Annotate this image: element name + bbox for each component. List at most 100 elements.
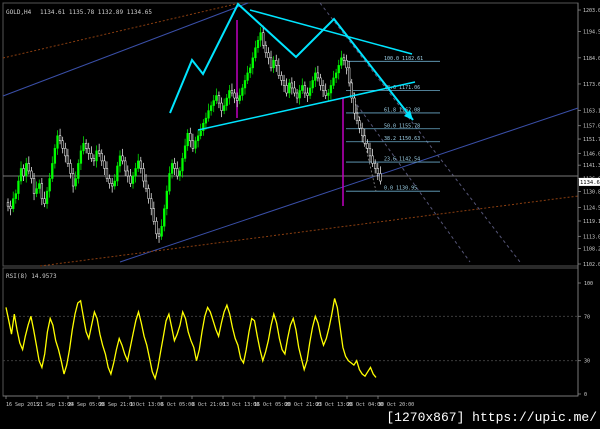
- candle-body: [282, 80, 286, 86]
- candle-body: [249, 67, 252, 74]
- candle-body: [308, 87, 312, 96]
- candle-body: [256, 39, 260, 48]
- fibonacci-level-label: 100.0 1182.61: [384, 56, 423, 62]
- current-price-label: 1134.65: [580, 180, 600, 186]
- candle-body: [64, 148, 67, 157]
- candle-body: [347, 67, 351, 84]
- candle-body: [30, 170, 33, 179]
- candle-body: [277, 65, 280, 76]
- ohlc-readout: 1134.61 1135.78 1132.89 1134.65: [40, 9, 152, 16]
- candle-body: [293, 87, 296, 94]
- candle-body: [163, 208, 166, 227]
- candle-body: [56, 135, 59, 149]
- candle-body: [183, 145, 187, 159]
- candle-body: [194, 140, 197, 149]
- price-tick-label: 1173.6: [583, 82, 600, 88]
- candle-body: [92, 158, 96, 162]
- candle-body: [259, 32, 262, 41]
- candle-body: [233, 92, 236, 99]
- candle-body: [113, 180, 116, 187]
- candle-body: [275, 60, 278, 66]
- candle-body: [306, 92, 309, 96]
- trading-chart: 100.0 1182.6178.6 1171.0661.8 1162.0850.…: [0, 0, 600, 429]
- candle-body: [129, 175, 132, 184]
- candle-body: [181, 158, 184, 172]
- candle-body: [295, 92, 299, 99]
- candle-body: [366, 143, 369, 149]
- candle-body: [90, 153, 93, 159]
- candle-body: [126, 170, 129, 177]
- candle-body: [358, 120, 361, 129]
- candle-body: [121, 155, 124, 162]
- price-tick-label: 1203.0: [583, 8, 600, 14]
- candle-body: [217, 95, 221, 104]
- candle-body: [176, 168, 179, 177]
- candle-body: [43, 198, 46, 204]
- candle-body: [173, 163, 176, 169]
- time-tick-label: 16 Sep 2015: [6, 402, 39, 408]
- candle-body: [228, 90, 231, 99]
- candle-body: [327, 92, 330, 96]
- candle-body: [209, 105, 213, 111]
- candle-body: [204, 117, 208, 124]
- candle-body: [285, 85, 288, 94]
- price-tick-label: 1113.0: [583, 234, 600, 240]
- candle-body: [144, 180, 148, 189]
- candle-body: [170, 163, 174, 174]
- candle-body: [124, 160, 127, 172]
- candle-body: [147, 188, 150, 199]
- candle-body: [142, 168, 145, 182]
- candle-body: [191, 140, 195, 149]
- candle-body: [116, 165, 119, 182]
- candle-body: [222, 105, 226, 111]
- candle-body: [40, 183, 44, 199]
- candle-body: [329, 85, 333, 94]
- time-tick-label: 6 Oct 05:00: [161, 402, 194, 408]
- time-tick-label: 8 Oct 21:00: [192, 402, 225, 408]
- candle-body: [238, 95, 241, 101]
- candle-body: [17, 180, 20, 194]
- candle-body: [337, 65, 340, 74]
- candle-body: [321, 85, 325, 91]
- candle-body: [379, 173, 382, 182]
- candle-body: [35, 188, 38, 194]
- candle-body: [267, 52, 270, 59]
- candle-body: [374, 163, 377, 169]
- candle-body: [319, 77, 322, 86]
- candle-body: [19, 168, 23, 182]
- price-tick-label: 1157.0: [583, 124, 600, 130]
- candle-body: [6, 202, 10, 207]
- candle-body: [100, 153, 103, 162]
- candle-body: [105, 168, 109, 179]
- candle-body: [264, 44, 267, 54]
- candle-body: [288, 82, 291, 94]
- candle-body: [82, 143, 85, 152]
- fibonacci-level-label: 23.6 1142.54: [384, 157, 420, 163]
- chart-background: [0, 0, 600, 429]
- price-tick-label: 1151.7: [583, 137, 600, 143]
- candle-body: [38, 183, 41, 189]
- candle-body: [58, 135, 62, 142]
- candle-body: [168, 173, 171, 192]
- candle-body: [363, 135, 366, 144]
- candle-body: [32, 178, 36, 194]
- candle-body: [246, 72, 249, 81]
- fibonacci-level-label: 50.0 1155.78: [384, 123, 420, 129]
- candle-body: [165, 190, 169, 209]
- candle-body: [212, 100, 215, 106]
- price-tick-label: 1163.1: [583, 108, 600, 114]
- candle-body: [103, 160, 106, 169]
- candle-body: [230, 90, 234, 94]
- candle-body: [207, 110, 210, 119]
- candle-body: [12, 198, 15, 209]
- price-tick-label: 1102.0: [583, 262, 600, 268]
- candle-body: [108, 178, 111, 184]
- candle-body: [45, 190, 49, 204]
- fibonacci-level-label: 61.8 1162.08: [384, 107, 420, 113]
- candle-body: [118, 155, 122, 167]
- candle-body: [220, 102, 223, 111]
- candle-body: [152, 208, 155, 222]
- candle-body: [178, 170, 182, 177]
- time-tick-label: 30 Oct 20:00: [378, 402, 414, 408]
- candle-body: [150, 198, 153, 209]
